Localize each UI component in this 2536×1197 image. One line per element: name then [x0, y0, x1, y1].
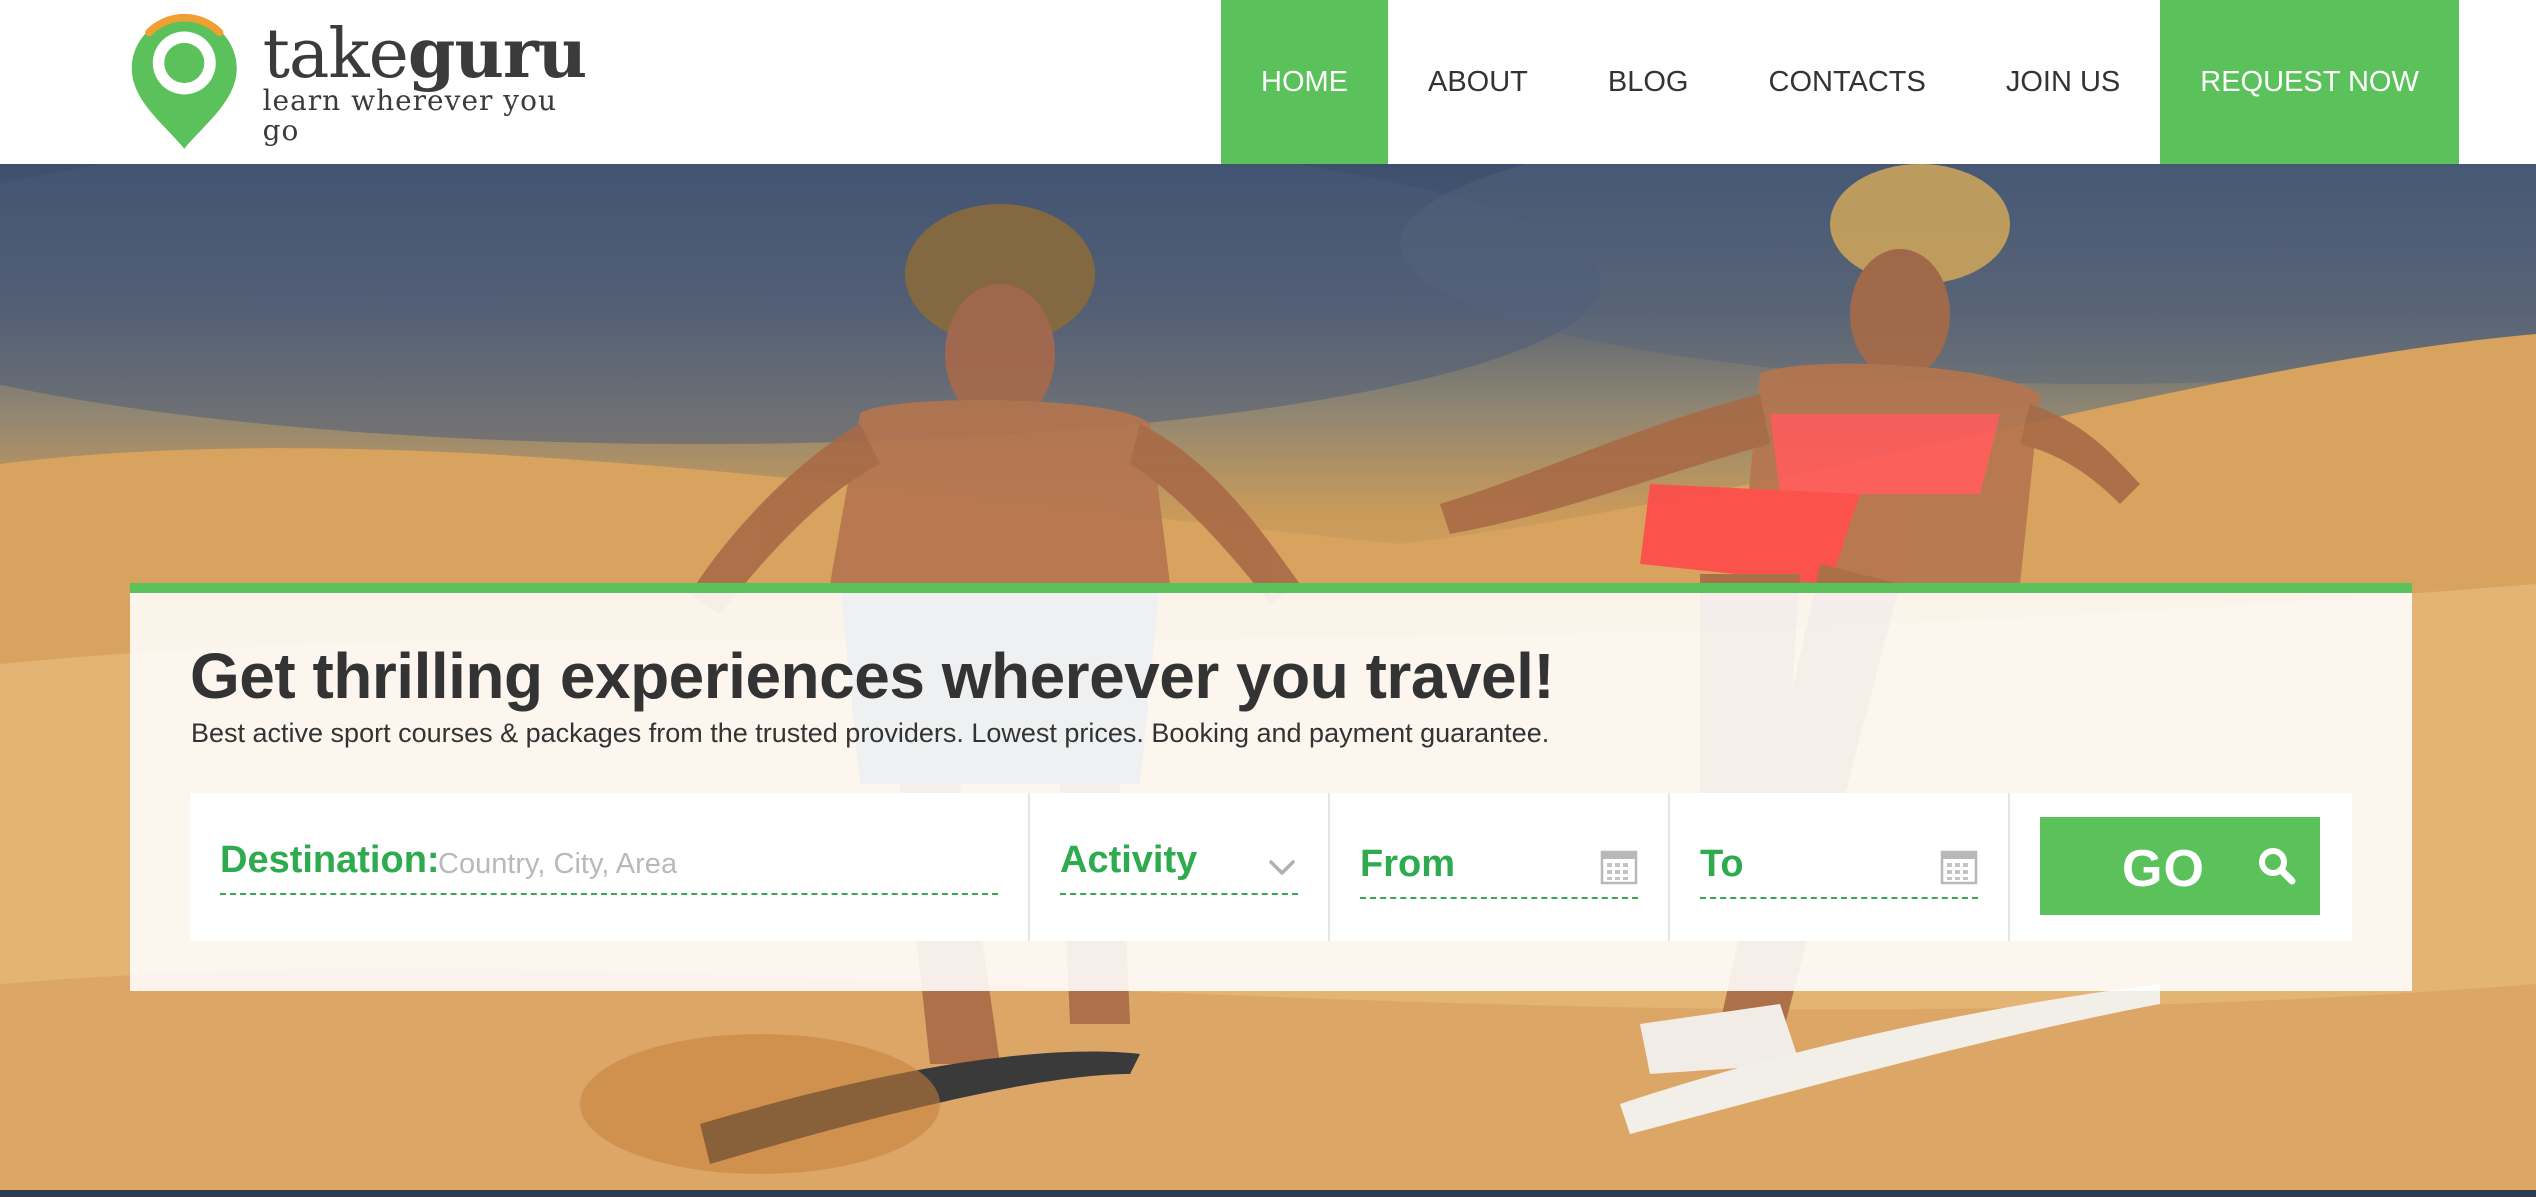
activity-underline: [1060, 893, 1298, 895]
main-nav: HOME ABOUT BLOG CONTACTS JOIN US REQUEST…: [1221, 0, 2459, 164]
to-date-field[interactable]: To: [1670, 793, 2010, 941]
logo-word-light: take: [262, 14, 409, 94]
map-pin-logo-icon: [131, 13, 237, 149]
destination-label: Destination:: [220, 839, 440, 881]
request-now-button[interactable]: REQUEST NOW: [2160, 0, 2459, 164]
logo-word-bold: guru: [407, 13, 587, 94]
nav-blog[interactable]: BLOG: [1568, 0, 1729, 164]
to-label: To: [1700, 843, 1744, 885]
nav-about[interactable]: ABOUT: [1388, 0, 1568, 164]
destination-underline: [220, 893, 998, 895]
from-underline: [1360, 897, 1638, 899]
activity-label: Activity: [1060, 839, 1198, 881]
nav-contacts[interactable]: CONTACTS: [1729, 0, 1966, 164]
calendar-icon[interactable]: [1940, 847, 1978, 885]
site-header: takeguru learn wherever you go HOME ABOU…: [0, 0, 2536, 164]
hero-headline: Get thrilling experiences wherever you t…: [190, 640, 1555, 712]
hero-subheadline: Best active sport courses & packages fro…: [191, 718, 1550, 748]
logo-tagline: learn wherever you go: [262, 83, 558, 147]
to-underline: [1700, 897, 1978, 899]
go-search-button[interactable]: GO: [2040, 817, 2320, 915]
search-icon: [2259, 848, 2296, 885]
destination-field[interactable]: Destination:: [190, 793, 1030, 941]
calendar-icon[interactable]: [1600, 847, 1638, 885]
nav-join-us[interactable]: JOIN US: [1966, 0, 2160, 164]
logo-text: takeguru learn wherever you go: [262, 20, 588, 147]
from-date-field[interactable]: From: [1330, 793, 1670, 941]
footer-strip: [0, 1190, 2536, 1197]
logo-wordmark: takeguru: [263, 20, 588, 89]
search-panel: Get thrilling experiences wherever you t…: [130, 583, 2412, 991]
nav-home[interactable]: HOME: [1221, 0, 1388, 164]
logo[interactable]: takeguru learn wherever you go: [128, 10, 588, 156]
from-label: From: [1360, 843, 1455, 885]
go-field: GO: [2010, 793, 2352, 941]
destination-input[interactable]: [438, 843, 988, 885]
chevron-down-icon[interactable]: [1268, 853, 1296, 881]
go-label: GO: [2122, 840, 2205, 898]
activity-select[interactable]: Activity: [1030, 793, 1330, 941]
search-bar: Destination: Activity From: [190, 793, 2352, 941]
